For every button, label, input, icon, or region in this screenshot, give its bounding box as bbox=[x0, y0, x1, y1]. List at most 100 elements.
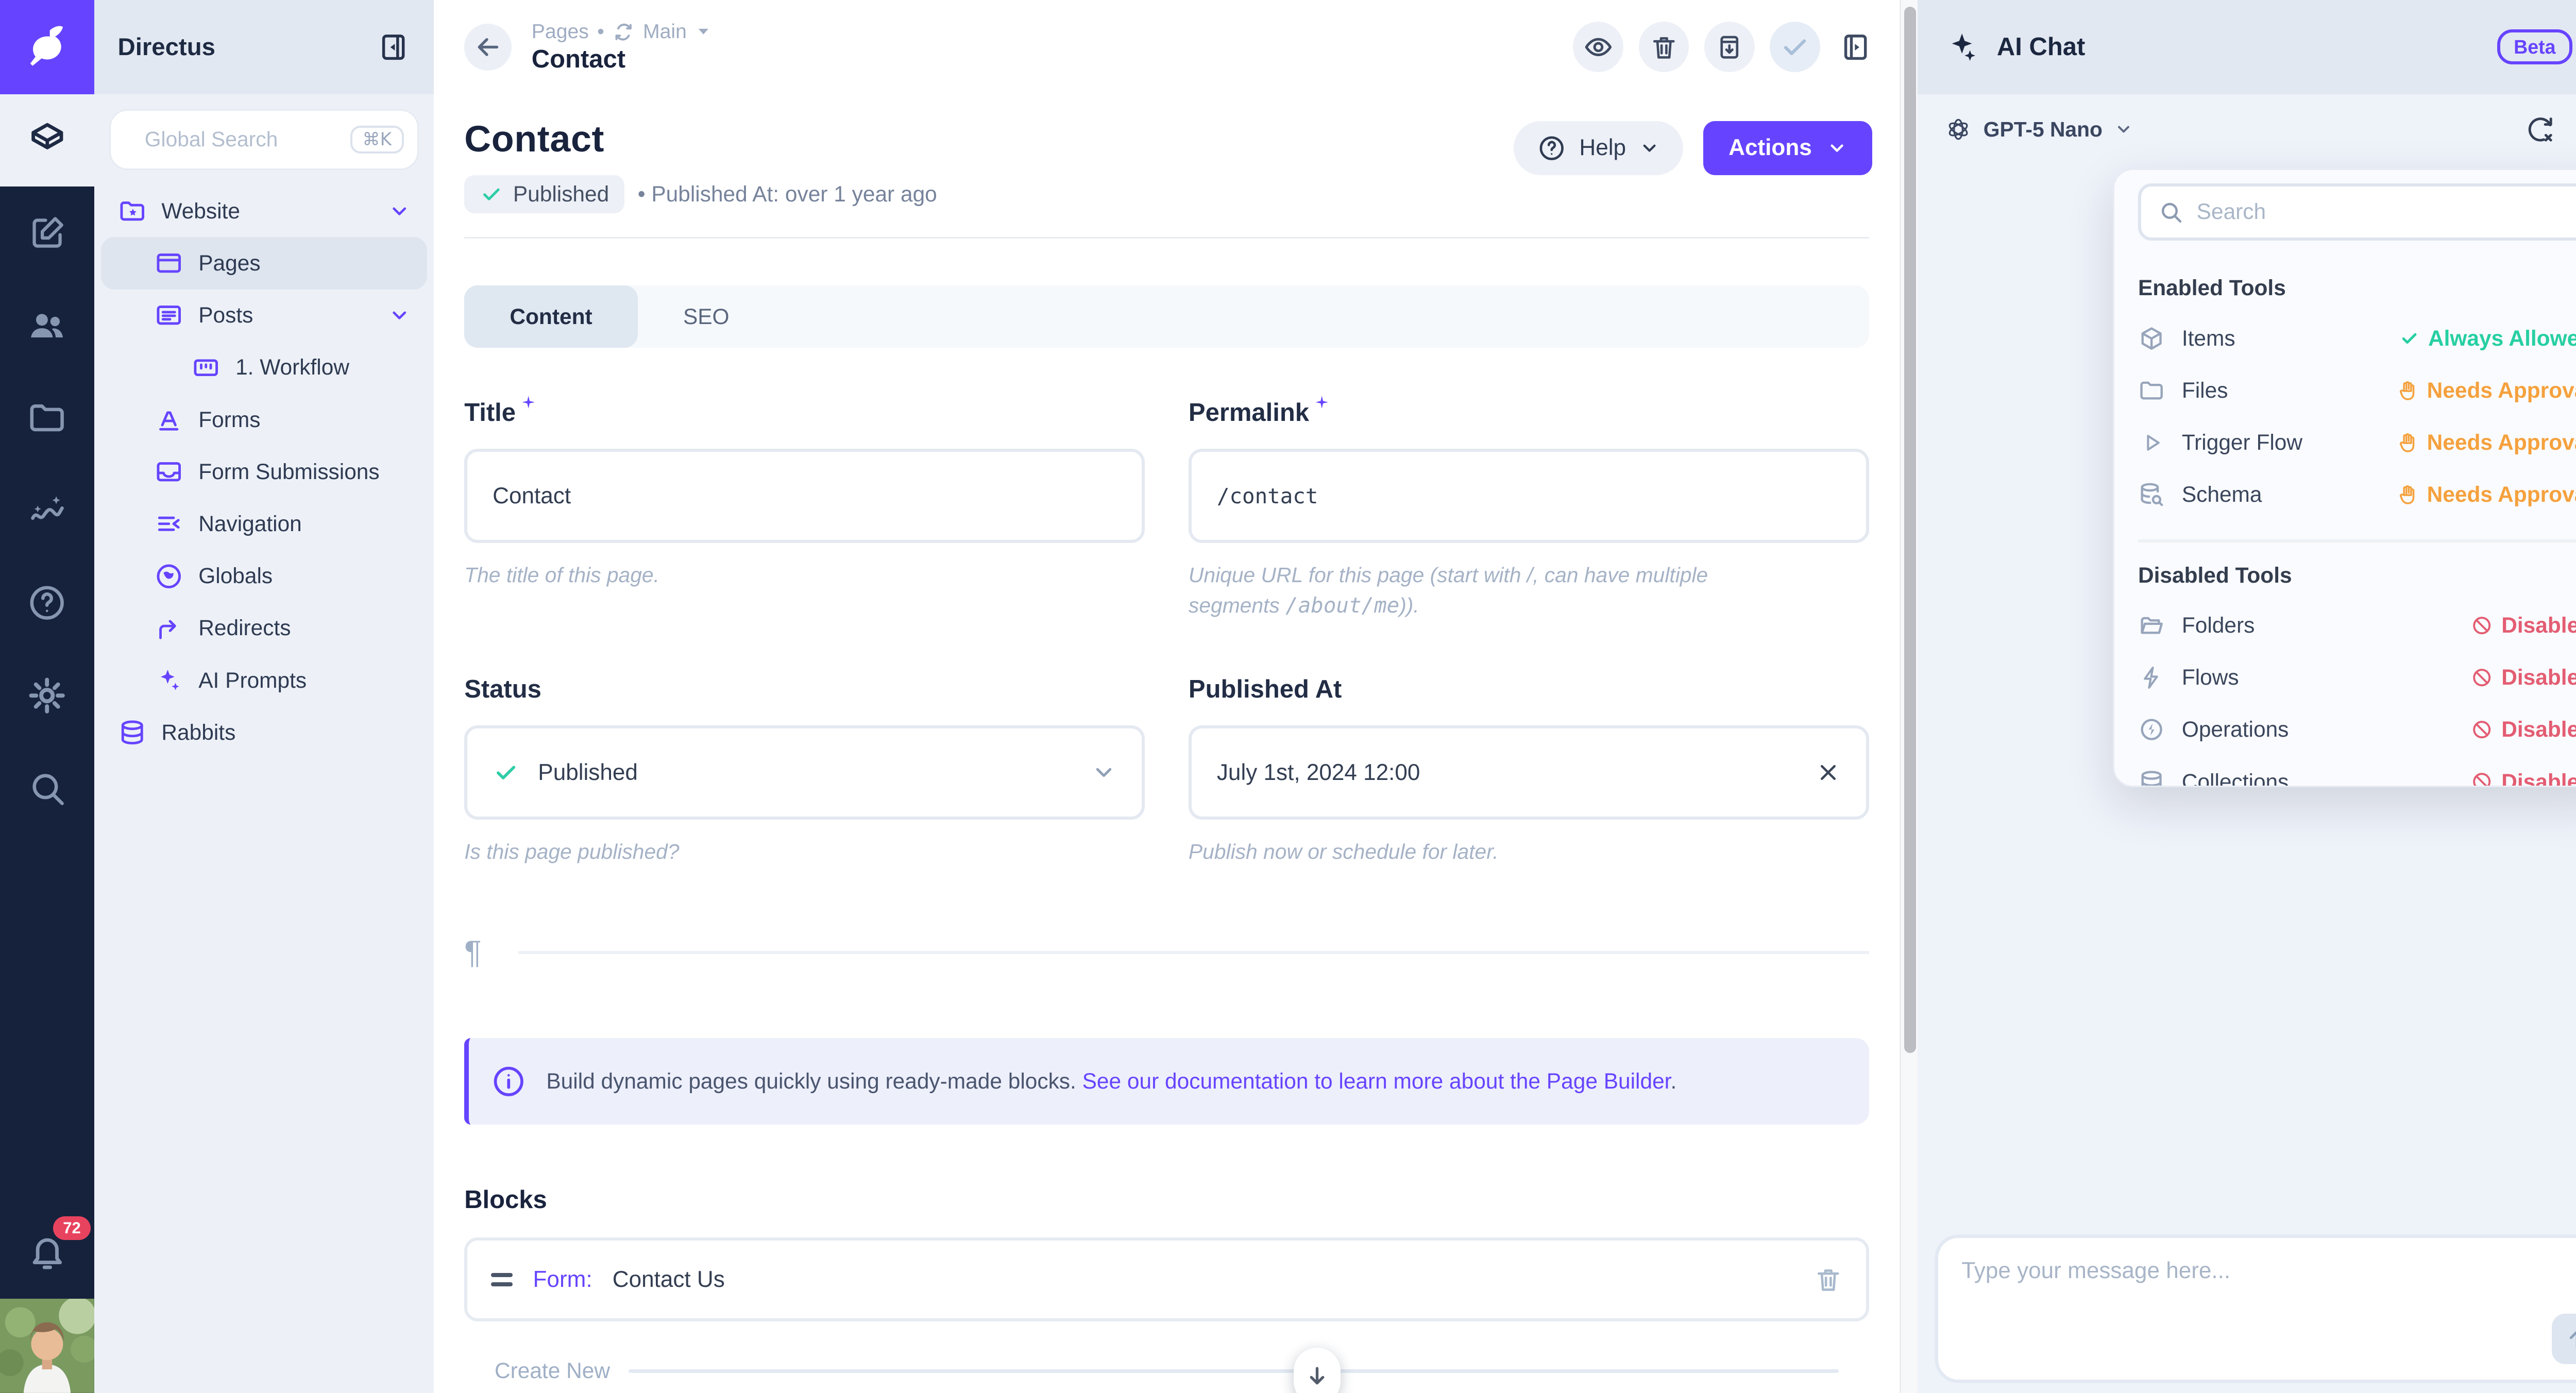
tool-status[interactable]: Disabled bbox=[2471, 665, 2576, 690]
clear-history-button[interactable] bbox=[2525, 114, 2555, 145]
tool-status[interactable]: Disabled bbox=[2471, 770, 2576, 788]
tools-search-input[interactable] bbox=[2197, 199, 2573, 224]
clear-icon[interactable] bbox=[1816, 760, 1841, 785]
remove-block-button[interactable] bbox=[1814, 1265, 1843, 1294]
sidebar-item-website[interactable]: Website bbox=[101, 185, 427, 237]
sidebar-item-forms[interactable]: Forms bbox=[101, 394, 427, 446]
main-scrollbar[interactable] bbox=[1900, 0, 1918, 1393]
sidebar-item-form-submissions[interactable]: Form Submissions bbox=[101, 446, 427, 498]
block-title: Contact Us bbox=[613, 1267, 725, 1293]
sidebar-item-rabbits[interactable]: Rabbits bbox=[101, 706, 427, 758]
tool-status[interactable]: Disabled bbox=[2471, 613, 2576, 638]
tool-status[interactable]: Needs Approval bbox=[2397, 430, 2576, 455]
form-row-1: Title Contact The title of this page. Pe… bbox=[464, 398, 1869, 621]
title-divider bbox=[464, 237, 1869, 239]
sidebar-item-redirects[interactable]: Redirects bbox=[101, 602, 427, 654]
tool-row-folders[interactable]: Folders Disabled bbox=[2138, 599, 2576, 651]
history-clear-icon bbox=[2525, 114, 2555, 145]
status-select[interactable]: Published bbox=[464, 725, 1145, 820]
breadcrumb-version[interactable]: Main bbox=[643, 21, 687, 43]
breadcrumb-collection[interactable]: Pages bbox=[532, 21, 589, 43]
tab-content[interactable]: Content bbox=[464, 285, 638, 348]
sidebar-item-workflow[interactable]: 1. Workflow bbox=[101, 342, 427, 394]
chevron-down-icon[interactable] bbox=[388, 304, 410, 326]
module-editor[interactable] bbox=[0, 186, 94, 279]
paragraph-divider: ¶ bbox=[464, 934, 1869, 971]
collapse-sidebar-button[interactable] bbox=[377, 30, 410, 64]
model-selector[interactable]: GPT-5 Nano bbox=[1984, 117, 2103, 142]
help-icon bbox=[1537, 134, 1566, 163]
published-at-input[interactable]: July 1st, 2024 12:00 bbox=[1189, 725, 1869, 820]
drag-handle-icon[interactable] bbox=[491, 1273, 513, 1286]
send-message-button[interactable] bbox=[2552, 1314, 2576, 1364]
chevron-down-icon[interactable] bbox=[695, 23, 712, 40]
global-search[interactable]: ⌘K bbox=[111, 111, 417, 168]
notifications-button[interactable]: 72 bbox=[0, 1206, 94, 1299]
permalink-input[interactable]: /contact bbox=[1189, 449, 1869, 543]
module-help[interactable] bbox=[0, 557, 94, 650]
module-content[interactable] bbox=[0, 94, 94, 187]
chevron-down-icon bbox=[1639, 138, 1659, 158]
save-button[interactable] bbox=[1770, 22, 1820, 72]
tool-row-files[interactable]: Files Needs Approval bbox=[2138, 364, 2576, 416]
blocked-icon bbox=[2471, 771, 2493, 787]
title-input[interactable]: Contact bbox=[464, 449, 1145, 543]
global-search-input[interactable] bbox=[145, 127, 350, 151]
info-icon bbox=[491, 1064, 527, 1099]
chevron-down-icon[interactable] bbox=[388, 200, 410, 222]
sidebar-item-navigation[interactable]: Navigation bbox=[101, 498, 427, 550]
eye-icon bbox=[1583, 32, 1614, 62]
directus-logo[interactable] bbox=[0, 0, 94, 94]
module-insights[interactable] bbox=[0, 464, 94, 557]
archive-button[interactable] bbox=[1704, 22, 1755, 72]
play-icon bbox=[2138, 430, 2165, 455]
header-actions bbox=[1573, 22, 1872, 72]
module-users[interactable] bbox=[0, 279, 94, 372]
sidebar-item-ai-prompts[interactable]: AI Prompts bbox=[101, 654, 427, 706]
tool-row-collections[interactable]: Collections Disabled bbox=[2138, 756, 2576, 787]
tool-status[interactable]: Needs Approval bbox=[2397, 482, 2576, 507]
tool-status[interactable]: Always Allowed bbox=[2399, 326, 2576, 351]
preview-button[interactable] bbox=[1573, 22, 1623, 72]
tab-seo[interactable]: SEO bbox=[638, 285, 775, 348]
documentation-link[interactable]: See our documentation to learn more abou… bbox=[1082, 1069, 1671, 1093]
tool-status[interactable]: Disabled bbox=[2471, 717, 2576, 742]
scroll-to-bottom-button[interactable] bbox=[1294, 1348, 1341, 1393]
delete-button[interactable] bbox=[1639, 22, 1689, 72]
actions-button[interactable]: Actions bbox=[1703, 121, 1872, 175]
check-icon bbox=[2399, 328, 2419, 348]
module-settings[interactable] bbox=[0, 649, 94, 742]
tool-row-flows[interactable]: Flows Disabled bbox=[2138, 652, 2576, 704]
globe-icon bbox=[155, 562, 183, 591]
block-item[interactable]: Form: Contact Us bbox=[464, 1237, 1869, 1321]
chevron-down-icon[interactable] bbox=[2114, 120, 2133, 139]
title-bar: Contact Published • Published At: over 1… bbox=[434, 94, 1899, 213]
module-search[interactable] bbox=[0, 742, 94, 835]
sidebar-item-globals[interactable]: Globals bbox=[101, 550, 427, 602]
module-files[interactable] bbox=[0, 372, 94, 465]
scrollbar-thumb[interactable] bbox=[1904, 7, 1916, 1053]
breadcrumb-separator: • bbox=[597, 21, 604, 43]
tool-row-operations[interactable]: Operations Disabled bbox=[2138, 704, 2576, 756]
tool-status[interactable]: Needs Approval bbox=[2397, 378, 2576, 403]
back-button[interactable] bbox=[464, 24, 511, 71]
user-avatar[interactable] bbox=[0, 1299, 94, 1393]
help-button[interactable]: Help bbox=[1514, 121, 1683, 175]
tool-row-trigger-flow[interactable]: Trigger Flow Needs Approval bbox=[2138, 416, 2576, 468]
module-bar-spacer bbox=[0, 834, 94, 1206]
toggle-right-panel-button[interactable] bbox=[1839, 30, 1872, 64]
tool-row-schema[interactable]: Schema Needs Approval bbox=[2138, 469, 2576, 521]
disabled-tools-header: Disabled Tools bbox=[2138, 563, 2576, 588]
field-published-at-note: Publish now or schedule for later. bbox=[1189, 837, 1869, 867]
sidebar-item-posts[interactable]: Posts bbox=[101, 290, 427, 342]
create-new-label: Create New bbox=[495, 1358, 610, 1383]
pilcrow-icon[interactable]: ¶ bbox=[464, 934, 481, 971]
chat-message-input[interactable] bbox=[1961, 1258, 2576, 1359]
sidebar-item-label: Website bbox=[161, 199, 240, 224]
module-bar: 72 bbox=[0, 0, 94, 1393]
tool-row-items[interactable]: Items Always Allowed bbox=[2138, 312, 2576, 364]
status-select-value: Published bbox=[538, 760, 1091, 786]
tools-search[interactable] bbox=[2138, 183, 2576, 241]
sidebar-item-pages[interactable]: Pages bbox=[101, 237, 427, 289]
page-header: Pages • Main Contact bbox=[434, 0, 1899, 94]
